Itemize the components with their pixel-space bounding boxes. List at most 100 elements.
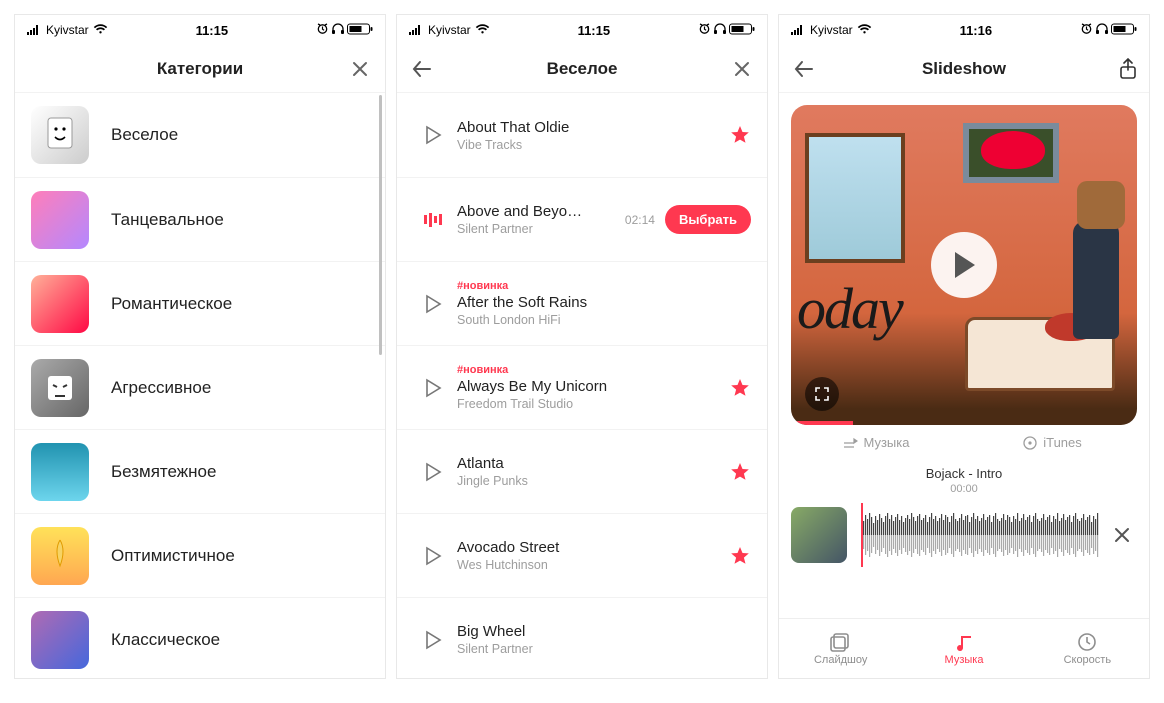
play-button[interactable] bbox=[413, 462, 453, 482]
header: Категории bbox=[15, 45, 385, 93]
remove-track-button[interactable] bbox=[1107, 527, 1137, 543]
now-playing: Bojack - Intro 00:00 bbox=[779, 454, 1149, 497]
category-item[interactable]: Классическое bbox=[15, 597, 385, 678]
category-list: Веселое Танцевальное Романтическое Агрес… bbox=[15, 93, 385, 678]
carrier-label: Kyivstar bbox=[46, 23, 89, 37]
category-label: Романтическое bbox=[111, 294, 232, 314]
screen-slideshow: Kyivstar 11:16 Slideshow bbox=[778, 14, 1150, 679]
battery-icon bbox=[1111, 23, 1137, 38]
song-artist: Freedom Trail Studio bbox=[457, 397, 729, 411]
fullscreen-button[interactable] bbox=[805, 377, 839, 411]
screen-categories: Kyivstar 11:15 Категории Веселое bbox=[14, 14, 386, 679]
song-row[interactable]: Atlanta Jingle Punks bbox=[397, 429, 767, 513]
category-item[interactable]: Агрессивное bbox=[15, 345, 385, 429]
song-row[interactable]: Avocado Street Wes Hutchinson bbox=[397, 513, 767, 597]
tab-speed[interactable]: Скорость bbox=[1026, 632, 1149, 666]
play-overlay-button[interactable] bbox=[931, 232, 997, 298]
category-label: Безмятежное bbox=[111, 462, 216, 482]
category-thumbnail bbox=[31, 611, 89, 669]
video-preview[interactable]: oday bbox=[791, 105, 1137, 425]
play-button[interactable] bbox=[413, 630, 453, 650]
category-item[interactable]: Романтическое bbox=[15, 261, 385, 345]
header: Веселое bbox=[397, 45, 767, 93]
song-row[interactable]: #новинка After the Soft Rains South Lond… bbox=[397, 261, 767, 345]
headphones-icon bbox=[713, 22, 727, 38]
close-icon bbox=[733, 60, 751, 78]
play-icon bbox=[424, 378, 442, 398]
favorite-button[interactable] bbox=[729, 124, 751, 146]
play-button[interactable] bbox=[413, 546, 453, 566]
back-button[interactable] bbox=[791, 56, 817, 82]
share-button[interactable] bbox=[1119, 58, 1137, 80]
song-title: Avocado Street bbox=[457, 539, 637, 556]
clock: 11:15 bbox=[578, 23, 611, 38]
play-icon bbox=[951, 250, 977, 280]
alarm-icon bbox=[698, 22, 711, 38]
song-title: After the Soft Rains bbox=[457, 294, 637, 311]
category-label: Оптимистичное bbox=[111, 546, 235, 566]
back-button[interactable] bbox=[409, 56, 435, 82]
category-thumbnail bbox=[31, 106, 89, 164]
tab-music[interactable]: Музыка bbox=[902, 632, 1025, 666]
now-playing-title: Bojack - Intro bbox=[779, 466, 1149, 481]
category-thumbnail bbox=[31, 527, 89, 585]
cellular-signal-icon bbox=[791, 25, 806, 35]
song-row[interactable]: About That Oldie Vibe Tracks bbox=[397, 93, 767, 177]
category-item[interactable]: Веселое bbox=[15, 93, 385, 177]
status-bar: Kyivstar 11:16 bbox=[779, 15, 1149, 45]
play-button[interactable] bbox=[413, 125, 453, 145]
play-icon bbox=[424, 294, 442, 314]
song-row[interactable]: Big Wheel Silent Partner bbox=[397, 597, 767, 678]
scrollbar-handle[interactable] bbox=[379, 95, 382, 355]
song-row[interactable]: Above and Beyo… Silent Partner 02:14 Выб… bbox=[397, 177, 767, 261]
music-note-icon bbox=[842, 436, 858, 450]
track-thumbnail[interactable] bbox=[791, 507, 847, 563]
song-artist: Silent Partner bbox=[457, 222, 625, 236]
favorite-button[interactable] bbox=[729, 377, 751, 399]
alarm-icon bbox=[1080, 22, 1093, 38]
category-item[interactable]: Оптимистичное bbox=[15, 513, 385, 597]
category-label: Классическое bbox=[111, 630, 220, 650]
tab-label: Скорость bbox=[1064, 654, 1112, 666]
song-title: Big Wheel bbox=[457, 623, 637, 640]
tab-slideshow[interactable]: Слайдшоу bbox=[779, 632, 902, 666]
music-icon bbox=[954, 632, 974, 652]
source-tabs: Музыка iTunes bbox=[779, 425, 1149, 454]
wifi-icon bbox=[475, 23, 490, 38]
favorite-button[interactable] bbox=[729, 545, 751, 567]
close-button[interactable] bbox=[729, 56, 755, 82]
song-row[interactable]: #новинка Always Be My Unicorn Freedom Tr… bbox=[397, 345, 767, 429]
play-icon bbox=[424, 546, 442, 566]
play-icon bbox=[424, 630, 442, 650]
category-item[interactable]: Безмятежное bbox=[15, 429, 385, 513]
song-artist: Silent Partner bbox=[457, 642, 751, 656]
play-button[interactable] bbox=[413, 378, 453, 398]
tab-label: Музыка bbox=[864, 435, 910, 450]
select-button[interactable]: Выбрать bbox=[665, 205, 751, 234]
tab-music[interactable]: Музыка bbox=[787, 435, 964, 450]
song-artist: Vibe Tracks bbox=[457, 138, 729, 152]
clock: 11:16 bbox=[960, 23, 993, 38]
star-icon bbox=[729, 461, 751, 483]
song-title: Above and Beyo… bbox=[457, 203, 625, 220]
slideshow-icon bbox=[830, 632, 852, 652]
now-playing-indicator[interactable] bbox=[413, 213, 453, 227]
waveform-row bbox=[779, 497, 1149, 573]
page-title: Веселое bbox=[547, 59, 618, 79]
cellular-signal-icon bbox=[27, 25, 42, 35]
itunes-icon bbox=[1023, 436, 1037, 450]
alarm-icon bbox=[316, 22, 329, 38]
waveform-cursor[interactable] bbox=[861, 503, 863, 567]
waveform[interactable] bbox=[861, 507, 1101, 563]
back-arrow-icon bbox=[793, 60, 815, 78]
category-item[interactable]: Танцевальное bbox=[15, 177, 385, 261]
favorite-button[interactable] bbox=[729, 461, 751, 483]
play-button[interactable] bbox=[413, 294, 453, 314]
cellular-signal-icon bbox=[409, 25, 424, 35]
category-thumbnail bbox=[31, 275, 89, 333]
progress-indicator[interactable] bbox=[791, 421, 853, 425]
star-icon bbox=[729, 545, 751, 567]
tab-itunes[interactable]: iTunes bbox=[964, 435, 1141, 450]
close-button[interactable] bbox=[347, 56, 373, 82]
select-button-label: Выбрать bbox=[679, 212, 737, 227]
